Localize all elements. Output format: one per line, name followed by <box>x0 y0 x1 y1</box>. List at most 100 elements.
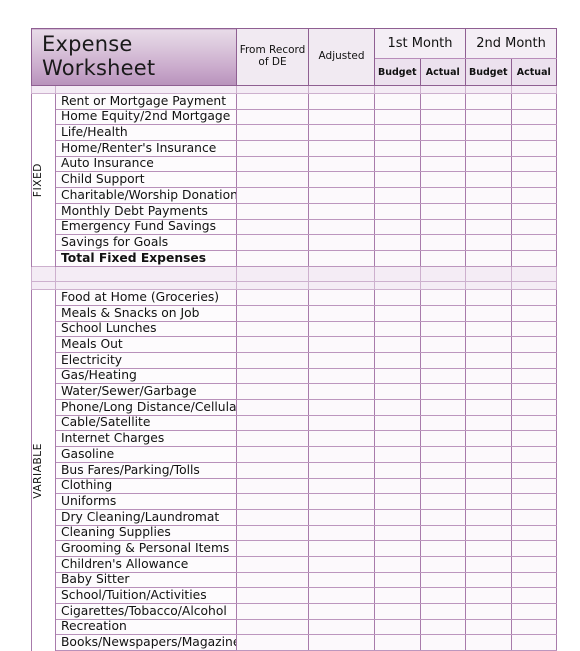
cell-month2-budget[interactable] <box>465 414 512 432</box>
cell-month1-budget[interactable] <box>374 155 421 173</box>
cell-adjusted[interactable] <box>308 540 376 557</box>
cell-month1-actual[interactable] <box>419 108 467 126</box>
cell-month1-budget[interactable] <box>374 249 421 267</box>
cell-month1-actual[interactable] <box>419 140 467 157</box>
cell-adjusted[interactable] <box>308 634 376 651</box>
cell-month1-budget[interactable] <box>374 304 421 322</box>
cell-month2-budget[interactable] <box>465 603 512 620</box>
cell-month2-actual[interactable] <box>510 249 558 267</box>
cell-month1-actual[interactable] <box>419 320 467 338</box>
cell-from-record[interactable] <box>236 461 310 479</box>
cell-month1-budget[interactable] <box>374 634 421 651</box>
cell-from-record[interactable] <box>236 171 310 189</box>
cell-month1-actual[interactable] <box>419 634 467 651</box>
cell-adjusted[interactable] <box>308 430 376 448</box>
cell-month2-budget[interactable] <box>465 430 512 448</box>
cell-month1-budget[interactable] <box>374 218 421 236</box>
cell-month2-budget[interactable] <box>465 202 512 220</box>
cell-adjusted[interactable] <box>308 446 376 463</box>
cell-adjusted[interactable] <box>308 571 376 589</box>
cell-month1-actual[interactable] <box>419 289 467 306</box>
cell-from-record[interactable] <box>236 524 310 542</box>
cell-month2-budget[interactable] <box>465 367 512 385</box>
cell-month1-actual[interactable] <box>419 414 467 432</box>
cell-month1-budget[interactable] <box>374 446 421 463</box>
cell-from-record[interactable] <box>236 477 310 495</box>
cell-month2-budget[interactable] <box>465 477 512 495</box>
cell-month1-budget[interactable] <box>374 367 421 385</box>
cell-from-record[interactable] <box>236 155 310 173</box>
cell-month2-budget[interactable] <box>465 234 512 251</box>
cell-month1-budget[interactable] <box>374 202 421 220</box>
cell-adjusted[interactable] <box>308 603 376 620</box>
cell-from-record[interactable] <box>236 304 310 322</box>
cell-month2-actual[interactable] <box>510 383 558 401</box>
cell-month1-actual[interactable] <box>419 493 467 510</box>
cell-month1-actual[interactable] <box>419 187 467 204</box>
cell-from-record[interactable] <box>236 265 310 283</box>
cell-month2-actual[interactable] <box>510 320 558 338</box>
cell-month1-actual[interactable] <box>419 336 467 353</box>
cell-month2-actual[interactable] <box>510 124 558 142</box>
cell-month2-actual[interactable] <box>510 155 558 173</box>
cell-month1-actual[interactable] <box>419 155 467 173</box>
cell-from-record[interactable] <box>236 352 310 369</box>
cell-month1-budget[interactable] <box>374 140 421 157</box>
cell-adjusted[interactable] <box>308 187 376 204</box>
cell-from-record[interactable] <box>236 446 310 463</box>
cell-month2-actual[interactable] <box>510 289 558 306</box>
cell-from-record[interactable] <box>236 493 310 510</box>
cell-month2-budget[interactable] <box>465 289 512 306</box>
cell-month2-actual[interactable] <box>510 540 558 557</box>
cell-month1-actual[interactable] <box>419 571 467 589</box>
cell-adjusted[interactable] <box>308 493 376 510</box>
cell-month1-budget[interactable] <box>374 124 421 142</box>
cell-from-record[interactable] <box>236 508 310 526</box>
cell-month2-actual[interactable] <box>510 634 558 651</box>
cell-month1-budget[interactable] <box>374 618 421 636</box>
cell-from-record[interactable] <box>236 234 310 251</box>
cell-month1-actual[interactable] <box>419 234 467 251</box>
cell-from-record[interactable] <box>236 140 310 157</box>
cell-month2-actual[interactable] <box>510 234 558 251</box>
cell-adjusted[interactable] <box>308 399 376 416</box>
cell-from-record[interactable] <box>236 587 310 604</box>
cell-from-record[interactable] <box>236 634 310 651</box>
cell-month1-budget[interactable] <box>374 93 421 110</box>
cell-adjusted[interactable] <box>308 320 376 338</box>
cell-adjusted[interactable] <box>308 508 376 526</box>
cell-adjusted[interactable] <box>308 383 376 401</box>
cell-adjusted[interactable] <box>308 414 376 432</box>
cell-from-record[interactable] <box>236 289 310 306</box>
cell-month1-budget[interactable] <box>374 477 421 495</box>
cell-month1-budget[interactable] <box>374 493 421 510</box>
cell-month1-budget[interactable] <box>374 461 421 479</box>
cell-month2-budget[interactable] <box>465 524 512 542</box>
cell-adjusted[interactable] <box>308 289 376 306</box>
cell-month2-budget[interactable] <box>465 187 512 204</box>
cell-month1-actual[interactable] <box>419 202 467 220</box>
cell-month2-actual[interactable] <box>510 493 558 510</box>
cell-month2-actual[interactable] <box>510 524 558 542</box>
cell-month1-actual[interactable] <box>419 477 467 495</box>
cell-month2-actual[interactable] <box>510 171 558 189</box>
cell-adjusted[interactable] <box>308 336 376 353</box>
cell-month2-budget[interactable] <box>465 540 512 557</box>
cell-month1-actual[interactable] <box>419 540 467 557</box>
cell-month1-budget[interactable] <box>374 108 421 126</box>
cell-month2-budget[interactable] <box>465 493 512 510</box>
cell-month2-actual[interactable] <box>510 336 558 353</box>
cell-month1-actual[interactable] <box>419 218 467 236</box>
cell-adjusted[interactable] <box>308 249 376 267</box>
cell-month2-actual[interactable] <box>510 352 558 369</box>
cell-month2-actual[interactable] <box>510 430 558 448</box>
cell-from-record[interactable] <box>236 108 310 126</box>
cell-month1-budget[interactable] <box>374 352 421 369</box>
cell-month2-budget[interactable] <box>465 249 512 267</box>
cell-month2-budget[interactable] <box>465 218 512 236</box>
cell-from-record[interactable] <box>236 187 310 204</box>
cell-month2-budget[interactable] <box>465 399 512 416</box>
cell-month2-budget[interactable] <box>465 93 512 110</box>
cell-adjusted[interactable] <box>308 265 376 283</box>
cell-month2-actual[interactable] <box>510 187 558 204</box>
